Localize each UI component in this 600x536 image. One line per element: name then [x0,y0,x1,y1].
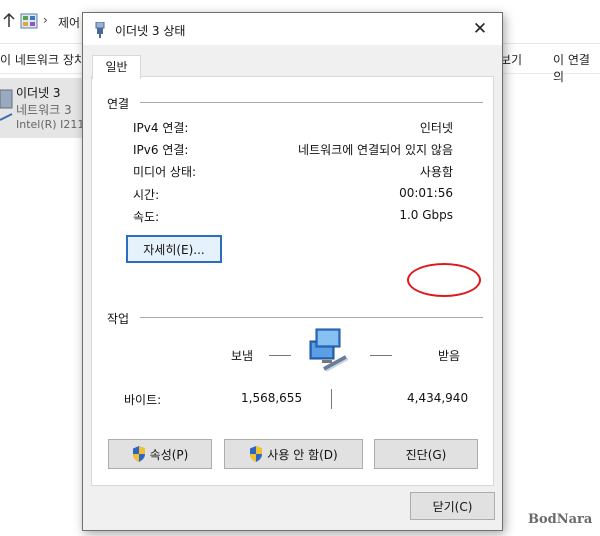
speed-label: 속도: [133,210,160,224]
ipv4-label: IPv4 연결: [133,121,189,135]
details-button[interactable]: 자세히(E)... [126,235,222,263]
properties-button-label: 속성(P) [149,447,189,462]
ipv4-value: 인터넷 [419,121,453,135]
uac-shield-icon [132,446,145,462]
bytes-received-value: 4,434,940 [407,391,469,405]
control-panel-icon [20,13,38,29]
breadcrumb[interactable]: 제어 [58,14,80,31]
toolbar-item-view[interactable]: 보기 [500,51,522,68]
close-icon[interactable]: ✕ [458,13,502,45]
network-adapter-icon [0,89,13,121]
bytes-sent-value: 1,568,655 [241,391,303,405]
diagnose-button[interactable]: 진단(G) [374,439,478,469]
sent-line [269,355,291,356]
bytes-label: 바이트: [124,393,162,407]
activity-group-label: 작업 [107,312,130,326]
disable-button[interactable]: 사용 안 함(D) [224,439,363,469]
properties-button[interactable]: 속성(P) [108,439,212,469]
dialog-title: 이더넷 3 상태 [115,24,186,38]
disable-button-label: 사용 안 함(D) [267,447,338,462]
duration-value: 00:01:56 [399,186,453,200]
speed-highlight-ellipse [407,263,481,297]
toolbar-item-connection[interactable]: 이 연결의 [553,51,600,85]
adapter-status: 네트워크 3 [16,103,72,117]
adapter-name: 이더넷 3 [16,86,61,100]
connection-group-divider [140,102,483,103]
ipv6-label: IPv6 연결: [133,143,189,157]
sent-label: 보냄 [231,349,254,363]
adapter-list-item[interactable]: 이더넷 3 네트워크 3 Intel(R) I211 [0,78,85,138]
received-label: 받음 [438,349,461,363]
ethernet-plug-icon [95,22,105,38]
speed-value: 1.0 Gbps [399,208,453,222]
tab-panel-general: 연결 IPv4 연결: 인터넷 IPv6 연결: 네트워크에 연결되어 있지 않… [91,76,494,486]
adapter-device: Intel(R) I211 [16,118,85,131]
uac-shield-icon [250,446,263,462]
tab-strip: 일반 [83,45,502,79]
ethernet-status-dialog: 이더넷 3 상태 ✕ 일반 연결 IPv4 연결: 인터넷 IPv6 연결: 네… [82,12,503,531]
ipv6-value: 네트워크에 연결되어 있지 않음 [298,143,453,157]
tab-general[interactable]: 일반 [92,55,141,79]
connection-group-label: 연결 [107,97,130,111]
media-state-value: 사용함 [419,165,453,179]
toolbar-item-disable-device[interactable]: 이 네트워크 장치 [0,51,85,68]
bytes-divider [331,389,332,409]
network-computer-icon [309,328,349,372]
received-line [370,355,392,356]
title-bar[interactable]: 이더넷 3 상태 ✕ [83,13,502,45]
chevron-right-icon[interactable]: › [43,13,48,27]
duration-label: 시간: [133,188,160,202]
media-state-label: 미디어 상태: [133,165,197,179]
activity-group-divider [140,317,483,318]
watermark: BodNara [528,512,593,527]
close-button[interactable]: 닫기(C) [410,492,495,520]
arrow-up-icon[interactable] [2,12,16,28]
